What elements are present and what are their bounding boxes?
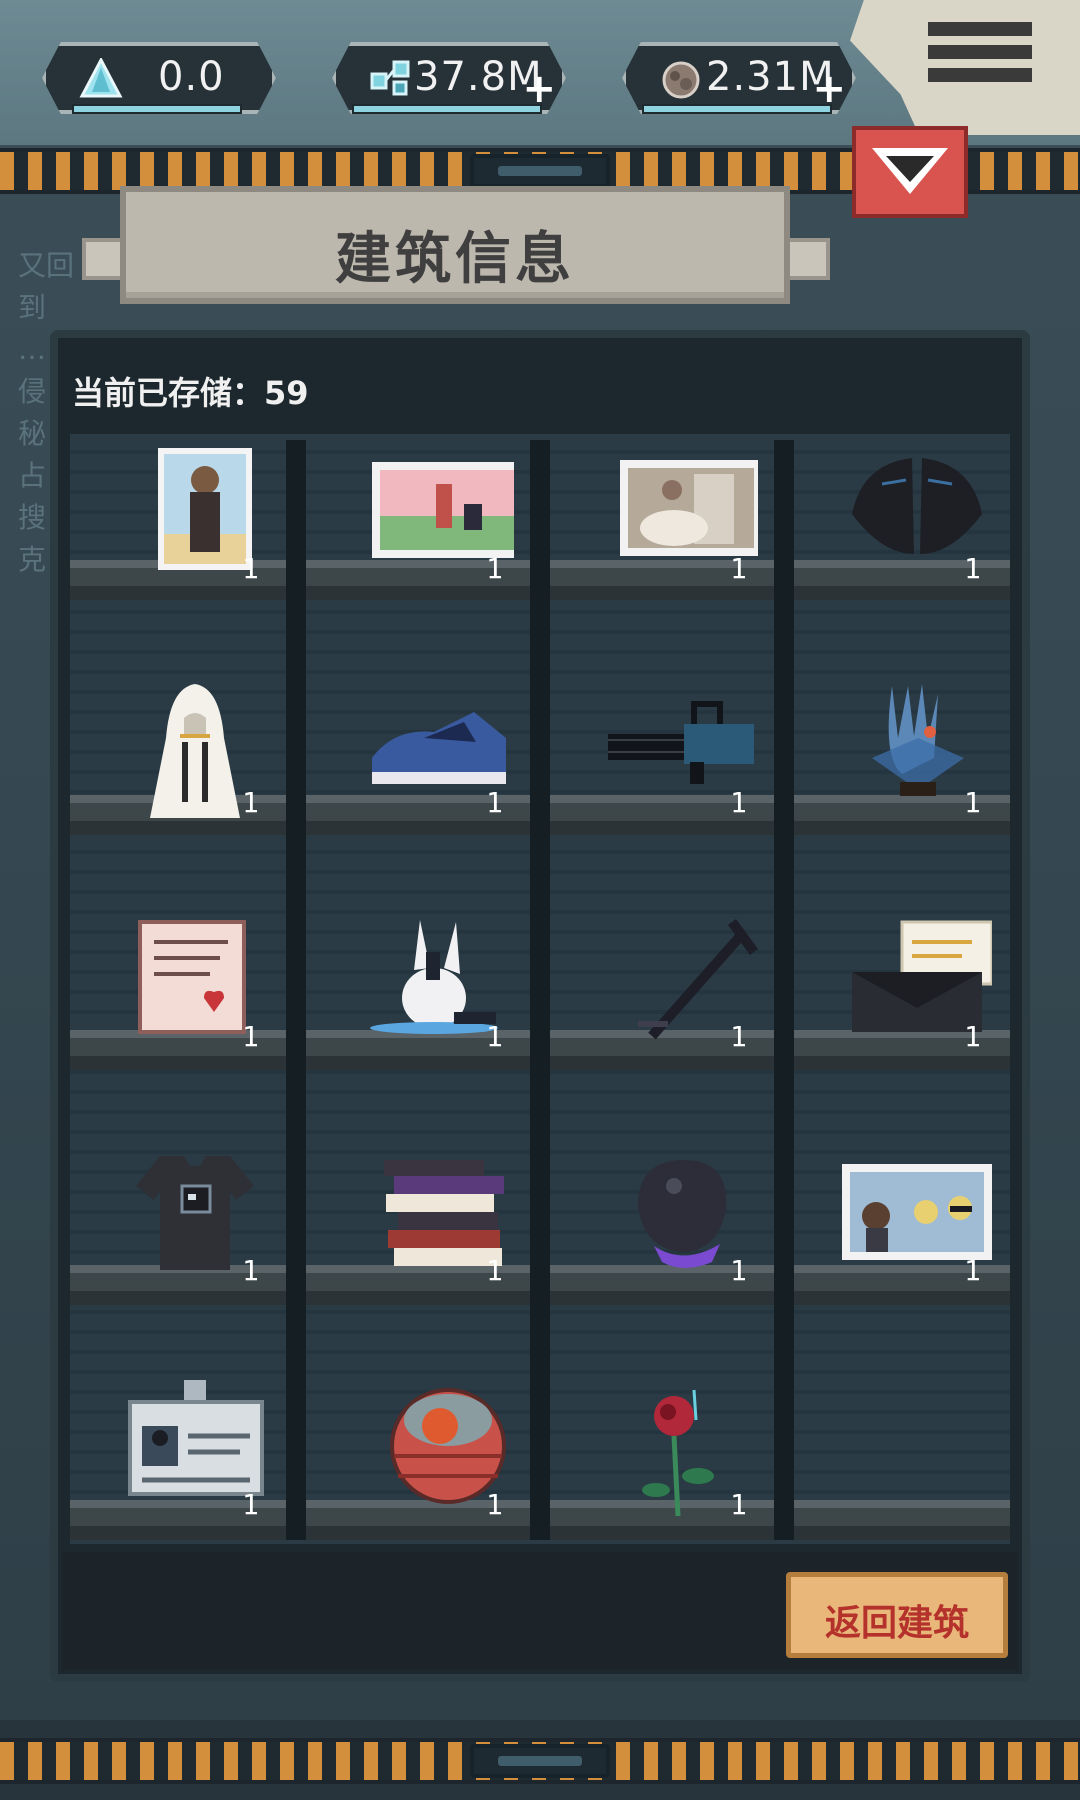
item-count: 1: [242, 1020, 259, 1053]
item-count: 1: [730, 1488, 747, 1521]
shelf-item[interactable]: 1: [578, 432, 778, 622]
data-chip-icon: [370, 60, 410, 96]
return-to-building-button[interactable]: 返回建筑: [786, 1572, 1008, 1658]
item-count: 1: [486, 786, 503, 819]
page-title: 建筑信息: [335, 227, 575, 292]
resource-underline: [642, 104, 832, 114]
shelf-item[interactable]: 1: [334, 900, 534, 1090]
resource-underline: [352, 104, 542, 114]
item-count: 1: [486, 1020, 503, 1053]
shelf-item[interactable]: 1: [812, 1134, 1012, 1324]
item-count: 1: [242, 1254, 259, 1287]
shelf-item[interactable]: 1: [578, 1368, 778, 1558]
resource-value: 0.0: [158, 54, 225, 100]
collapse-button[interactable]: [852, 126, 968, 218]
item-count: 1: [964, 552, 981, 585]
item-count: 1: [730, 552, 747, 585]
shelf-item[interactable]: 1: [334, 1134, 534, 1324]
shelf-item[interactable]: 1: [812, 900, 1012, 1090]
shelf-item[interactable]: 1: [90, 900, 290, 1090]
item-count: 1: [486, 1254, 503, 1287]
shelf-item[interactable]: 1: [334, 1368, 534, 1558]
item-count: 1: [242, 1488, 259, 1521]
stripe-handle-top: [470, 154, 610, 188]
shelf-item[interactable]: 1: [90, 1134, 290, 1324]
item-count: 1: [964, 1020, 981, 1053]
item-count: 1: [964, 786, 981, 819]
crystal-icon: [79, 58, 123, 98]
shelf-item[interactable]: 1: [578, 1134, 778, 1324]
stored-count-label: 当前已存储：59: [72, 374, 309, 412]
item-count: 1: [730, 1254, 747, 1287]
resource-underline: [72, 104, 242, 114]
shelf-item[interactable]: 1: [90, 1368, 290, 1558]
item-count: 1: [730, 786, 747, 819]
item-count: 1: [730, 1020, 747, 1053]
item-count: 1: [486, 552, 503, 585]
ghost-text-line: 又回到: [18, 249, 75, 324]
item-count: 1: [486, 1488, 503, 1521]
hamburger-menu-icon[interactable]: [928, 22, 1032, 102]
item-count: 1: [964, 1254, 981, 1287]
shelf-item[interactable]: 1: [334, 666, 534, 856]
shelf-item[interactable]: 1: [812, 666, 1012, 856]
ore-icon: [662, 61, 700, 99]
shelf-item[interactable]: 1: [90, 432, 290, 622]
shelf-item[interactable]: 1: [90, 666, 290, 856]
stripe-handle-bottom: [470, 1744, 610, 1778]
shelf-item[interactable]: 1: [578, 900, 778, 1090]
return-button-label: 返回建筑: [824, 1603, 969, 1644]
item-count: 1: [242, 552, 259, 585]
chevron-down-icon: [872, 148, 948, 194]
shelf-item[interactable]: 1: [812, 432, 1012, 622]
title-banner: 建筑信息: [120, 186, 790, 304]
shelf-item[interactable]: 1: [334, 432, 534, 622]
shelf-item[interactable]: 1: [578, 666, 778, 856]
item-count: 1: [242, 786, 259, 819]
